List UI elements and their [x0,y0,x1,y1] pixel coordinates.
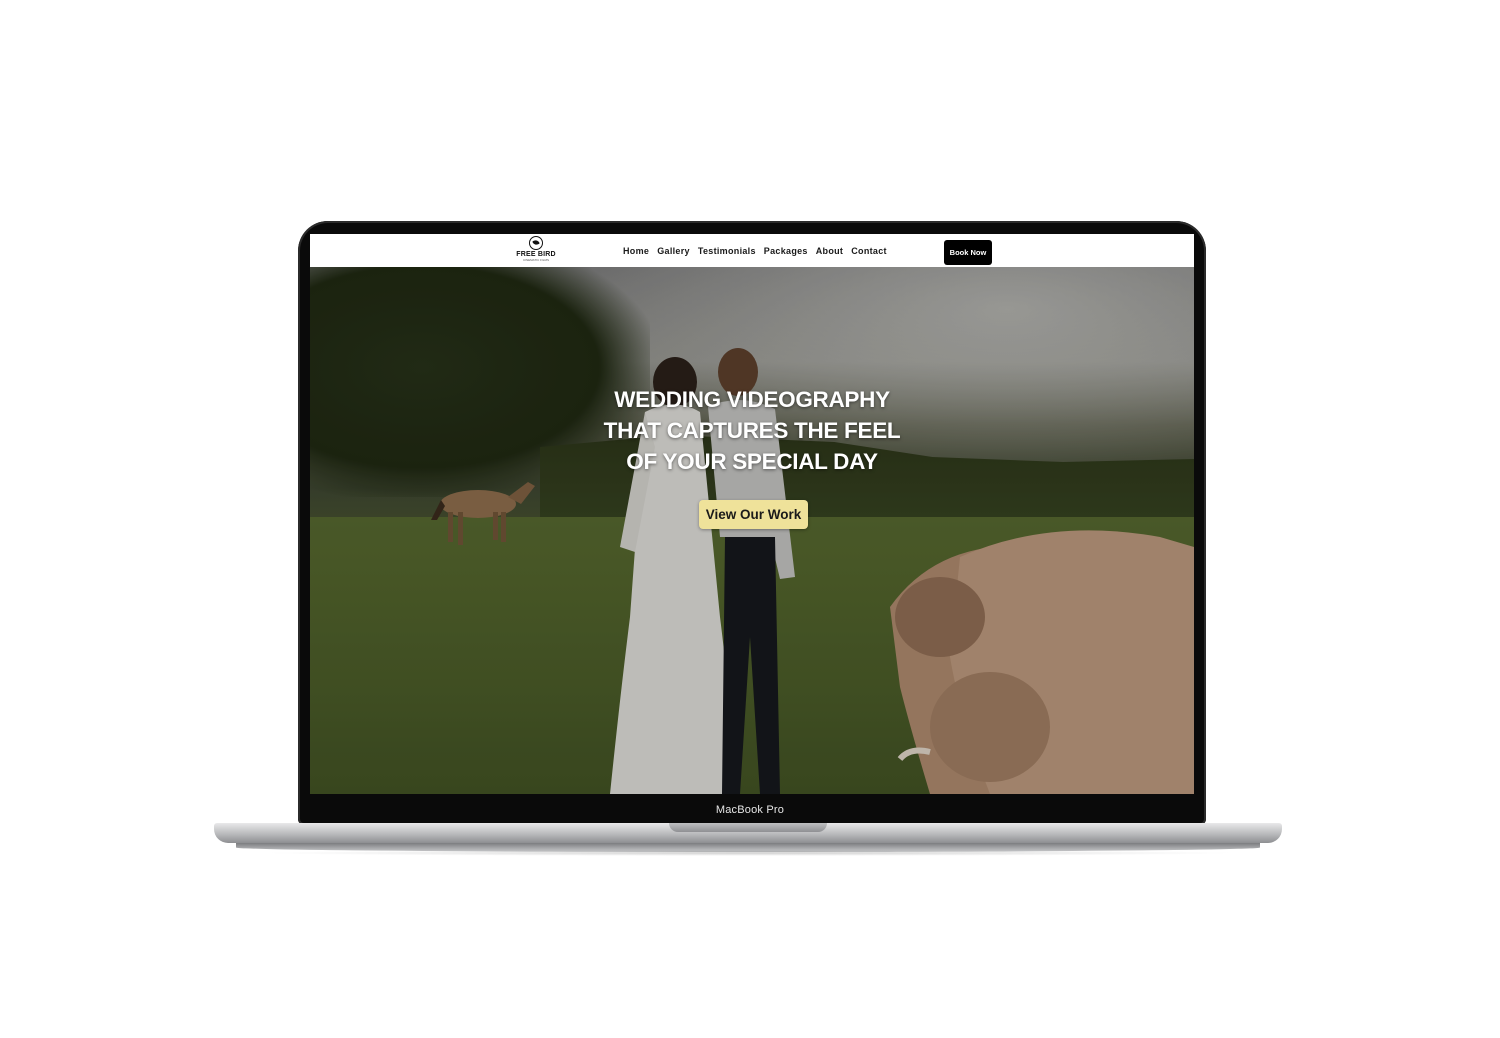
site-logo[interactable]: FREE BIRD CINEMATIC FILMS [516,236,556,266]
bird-logo-icon [529,236,543,250]
hero-dark-overlay [310,267,1194,794]
book-now-button[interactable]: Book Now [944,240,992,265]
laptop-screen: FREE BIRD CINEMATIC FILMS Home Gallery T… [310,234,1194,794]
hero-headline-line-1: WEDDING VIDEOGRAPHY [614,387,890,412]
laptop-notch [669,823,827,832]
nav-item-testimonials[interactable]: Testimonials [698,246,756,256]
nav-item-about[interactable]: About [816,246,844,256]
hero-headline-line-3: OF YOUR SPECIAL DAY [626,449,878,474]
nav-item-packages[interactable]: Packages [764,246,808,256]
main-menu: Home Gallery Testimonials Packages About… [623,246,887,256]
logo-name: FREE BIRD [516,251,556,258]
logo-tagline: CINEMATIC FILMS [523,258,549,262]
device-label: MacBook Pro [715,804,785,816]
site-navbar: FREE BIRD CINEMATIC FILMS Home Gallery T… [310,234,1194,267]
view-our-work-button[interactable]: View Our Work [699,500,808,529]
nav-item-gallery[interactable]: Gallery [657,246,690,256]
hero-headline: WEDDING VIDEOGRAPHY THAT CAPTURES THE FE… [572,384,932,477]
hero-headline-line-2: THAT CAPTURES THE FEEL [603,418,901,443]
nav-item-contact[interactable]: Contact [851,246,887,256]
hero-section: WEDDING VIDEOGRAPHY THAT CAPTURES THE FE… [310,267,1194,794]
nav-item-home[interactable]: Home [623,246,649,256]
laptop-shadow [260,850,1240,856]
